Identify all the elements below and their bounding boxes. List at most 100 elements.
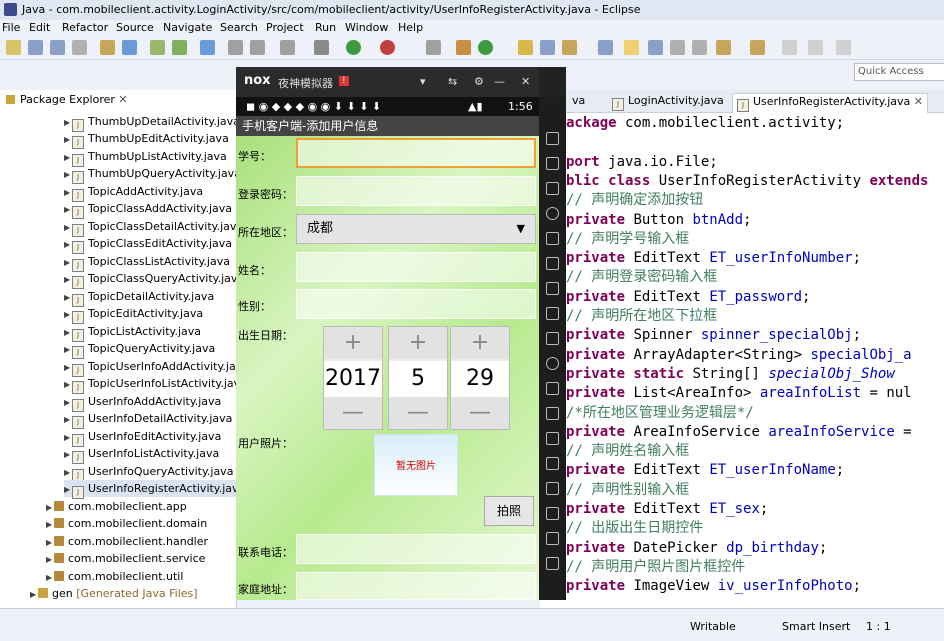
recent-apps-icon[interactable] xyxy=(546,557,559,570)
day-increment-button[interactable]: + xyxy=(451,327,509,359)
tree-item[interactable]: ▶ J ThumbUpDetailActivity.java xyxy=(64,113,240,132)
month-increment-button[interactable]: + xyxy=(389,327,447,359)
tree-item[interactable]: ▶ J TopicUserInfoAddActivity.java xyxy=(64,358,249,377)
new-icon[interactable] xyxy=(6,40,21,55)
debug-icon[interactable] xyxy=(380,40,395,55)
annotation-icon[interactable] xyxy=(598,40,613,55)
year-increment-button[interactable]: + xyxy=(324,327,382,359)
sex-input[interactable] xyxy=(296,289,536,319)
console-icon[interactable] xyxy=(250,40,265,55)
number-input[interactable] xyxy=(296,138,536,168)
new-class-icon[interactable] xyxy=(478,40,493,55)
menu-window[interactable]: Window xyxy=(345,21,388,34)
shake-icon[interactable] xyxy=(546,357,559,370)
day-decrement-button[interactable]: — xyxy=(451,397,509,429)
tree-gen-folder[interactable]: ▶ gen [Generated Java Files] xyxy=(30,585,198,602)
multi-window-icon[interactable] xyxy=(546,382,559,395)
emulator-sync-icon[interactable]: ⇆ xyxy=(448,75,457,88)
alert-badge[interactable]: ! xyxy=(339,76,349,86)
tree-item[interactable]: ▶ J UserInfoAddActivity.java xyxy=(64,393,221,412)
menu-refactor[interactable]: Refactor xyxy=(62,21,108,34)
next-annotation-icon[interactable] xyxy=(750,40,765,55)
highlight-icon[interactable] xyxy=(624,40,639,55)
tree-package[interactable]: ▶ com.mobileclient.app xyxy=(46,498,187,515)
year-picker[interactable]: + 2017 — xyxy=(323,326,383,430)
new-java-icon[interactable] xyxy=(456,40,471,55)
apk-icon[interactable] xyxy=(546,232,559,245)
menu-help[interactable]: Help xyxy=(398,21,423,34)
checkbox-icon[interactable] xyxy=(200,40,215,55)
search-icon[interactable] xyxy=(280,40,295,55)
menu-edit[interactable]: Edit xyxy=(29,21,50,34)
tree-item[interactable]: ▶ J UserInfoListActivity.java xyxy=(64,445,219,464)
menu-source[interactable]: Source xyxy=(116,21,154,34)
take-photo-button[interactable]: 拍照 xyxy=(484,496,534,526)
editor-tab-login[interactable]: J LoginActivity.java xyxy=(608,93,728,112)
tree-item[interactable]: ▶ J TopicClassDetailActivity.java xyxy=(64,218,243,237)
save-icon[interactable] xyxy=(28,40,43,55)
tree-item[interactable]: ▶ J TopicClassEditActivity.java xyxy=(64,235,232,254)
close-icon[interactable]: ✕ xyxy=(118,93,127,106)
android-sdk-icon[interactable] xyxy=(122,40,137,55)
lint-icon[interactable] xyxy=(172,40,187,55)
volume-down-icon[interactable] xyxy=(546,307,559,320)
terminal-icon[interactable] xyxy=(228,40,243,55)
debug-settings-icon[interactable] xyxy=(314,40,329,55)
quick-access-input[interactable]: Quick Access xyxy=(854,63,944,81)
menu-icon[interactable] xyxy=(546,457,559,470)
keyboard-icon[interactable] xyxy=(546,407,559,420)
day-picker[interactable]: + 29 — xyxy=(450,326,510,430)
tree-item[interactable]: ▶ J TopicUserInfoListActivity.java xyxy=(64,375,247,394)
area-spinner[interactable]: 成都 ▼ xyxy=(296,214,536,244)
phone-input[interactable] xyxy=(296,534,536,564)
menu-search[interactable]: Search xyxy=(220,21,258,34)
month-decrement-button[interactable]: — xyxy=(389,397,447,429)
tree-item-selected[interactable]: ▶ J UserInfoRegisterActivity.java xyxy=(64,480,246,499)
back-icon[interactable] xyxy=(546,507,559,520)
tree-item[interactable]: ▶ J TopicAddActivity.java xyxy=(64,183,203,202)
tree-item[interactable]: ▶ J ThumbUpListActivity.java xyxy=(64,148,227,167)
address-input[interactable] xyxy=(296,572,536,600)
emulator-close-icon[interactable]: ✕ xyxy=(521,75,530,88)
robot-icon[interactable] xyxy=(546,157,559,170)
tree-package[interactable]: ▶ com.mobileclient.handler xyxy=(46,533,208,550)
more-icon[interactable] xyxy=(546,482,559,495)
emulator-settings-icon[interactable]: ⚙ xyxy=(474,75,484,88)
tree-item[interactable]: ▶ J UserInfoEditActivity.java xyxy=(64,428,221,447)
tree-package[interactable]: ▶ com.mobileclient.util xyxy=(46,568,183,585)
user-photo[interactable]: 暂无图片 xyxy=(374,434,458,496)
screen-icon[interactable] xyxy=(546,132,559,145)
android-avd-icon[interactable] xyxy=(150,40,165,55)
last-edit-icon[interactable] xyxy=(836,40,851,55)
password-input[interactable] xyxy=(296,176,536,206)
tree-item[interactable]: ▶ J TopicDetailActivity.java xyxy=(64,288,214,307)
month-picker[interactable]: + 5 — xyxy=(388,326,448,430)
tree-package[interactable]: ▶ com.mobileclient.service xyxy=(46,550,205,567)
screenshot-icon[interactable] xyxy=(546,332,559,345)
scissors-icon[interactable] xyxy=(546,182,559,195)
tree-item[interactable]: ▶ J ThumbUpQueryActivity.java xyxy=(64,165,241,184)
marker-icon[interactable] xyxy=(716,40,731,55)
tree-item[interactable]: ▶ J TopicListActivity.java xyxy=(64,323,201,342)
location-icon[interactable] xyxy=(546,207,559,220)
tree-item[interactable]: ▶ J ThumbUpEditActivity.java xyxy=(64,130,229,149)
menu-project[interactable]: Project xyxy=(266,21,304,34)
print-icon[interactable] xyxy=(72,40,87,55)
show-whitespace-icon[interactable] xyxy=(670,40,685,55)
emulator-dropdown-icon[interactable]: ▾ xyxy=(420,75,426,88)
toggle-icon[interactable] xyxy=(648,40,663,55)
tree-item[interactable]: ▶ J TopicClassListActivity.java xyxy=(64,253,230,272)
home-icon[interactable] xyxy=(546,532,559,545)
menu-run[interactable]: Run xyxy=(315,21,336,34)
editor-tab-register[interactable]: J UserInfoRegisterActivity.java ✕ xyxy=(732,93,929,113)
tree-item[interactable]: ▶ J TopicClassAddActivity.java xyxy=(64,200,232,219)
link-icon[interactable] xyxy=(426,40,441,55)
package-explorer-tab[interactable]: Package Explorer ✕ xyxy=(20,93,128,106)
tree-package[interactable]: ▶ com.mobileclient.domain xyxy=(46,515,207,532)
tree-item[interactable]: ▶ J TopicClassQueryActivity.java xyxy=(64,270,244,289)
tree-item[interactable]: ▶ J TopicEditActivity.java xyxy=(64,305,203,324)
block-select-icon[interactable] xyxy=(692,40,707,55)
pencil-icon[interactable] xyxy=(562,40,577,55)
close-icon[interactable]: ✕ xyxy=(914,95,923,108)
emulator-minimize-icon[interactable]: — xyxy=(494,75,505,88)
